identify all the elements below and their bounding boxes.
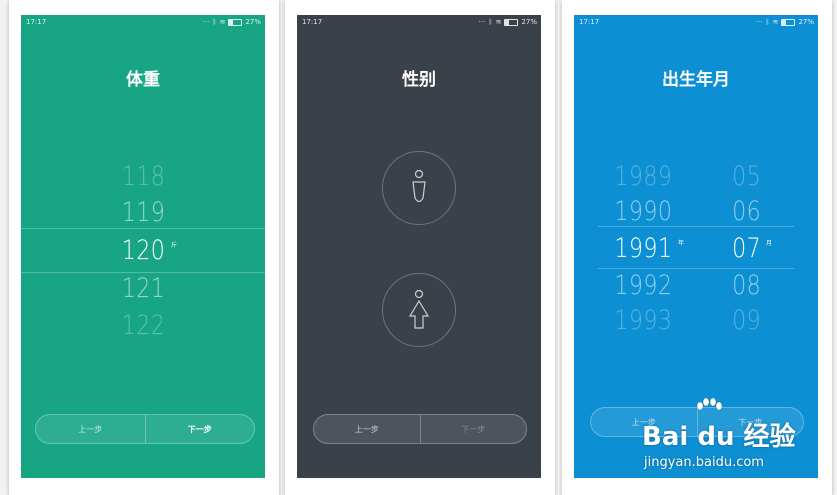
weight-screen: 17:17 ··· ᛒ ≋ 27% 体重 118 119 120 斤 121 1… [21,15,265,478]
weight-unit: 斤 [171,242,178,249]
picker-divider-bottom [598,268,794,269]
weight-option[interactable]: 119 [122,198,165,228]
picker-divider-top [21,228,265,229]
baidu-logo-text: Bai du 经验 [642,422,796,452]
status-time: 17:17 [579,18,600,26]
status-time: 17:17 [26,18,47,26]
weight-option[interactable]: 121 [122,274,165,304]
month-option[interactable]: 08 [732,271,761,301]
status-time: 17:17 [302,18,323,26]
weight-selected[interactable]: 120 [122,236,165,266]
male-icon [412,169,426,203]
month-option[interactable]: 09 [732,306,761,336]
prev-button[interactable]: 上一步 [314,415,420,443]
month-selected[interactable]: 07 [732,234,761,264]
battery-percent: 27% [798,18,814,26]
next-button[interactable]: 下一步 [419,415,527,443]
weight-option[interactable]: 118 [122,162,165,192]
status-bar: 17:17 ··· ᛒ ≋ 27% [21,15,265,29]
battery-icon [504,18,519,26]
year-option[interactable]: 1990 [614,197,672,227]
year-option[interactable]: 1992 [614,271,672,301]
wifi-icon: ≋ [772,18,779,26]
bluetooth-icon: ᛒ [488,18,493,26]
status-icons: ··· ᛒ ≋ 27% [203,18,261,26]
status-bar: 17:17 ··· ᛒ ≋ 27% [574,15,818,29]
bluetooth-icon: ᛒ [212,18,217,26]
gender-screen-frame: 17:17 ··· ᛒ ≋ 27% 性别 上一步 下一步 [285,0,555,495]
year-option[interactable]: 1993 [614,306,672,336]
weight-screen-frame: 17:17 ··· ᛒ ≋ 27% 体重 118 119 120 斤 121 1… [9,0,279,495]
male-option-button[interactable] [382,151,456,225]
battery-icon [781,18,796,26]
weight-option[interactable]: 122 [122,311,165,341]
battery-percent: 27% [521,18,537,26]
page-title: 性别 [402,70,436,90]
female-option-button[interactable] [382,273,456,347]
status-bar: 17:17 ··· ᛒ ≋ 27% [297,15,541,29]
page-title: 出生年月 [662,70,730,90]
screenshot-canvas: 17:17 ··· ᛒ ≋ 27% 体重 118 119 120 斤 121 1… [0,0,837,495]
gender-screen: 17:17 ··· ᛒ ≋ 27% 性别 上一步 下一步 [297,15,541,478]
prev-button[interactable]: 上一步 [36,415,145,443]
status-icons: ··· ᛒ ≋ 27% [756,18,814,26]
battery-icon [228,18,243,26]
wifi-icon: ≋ [219,18,226,26]
month-option[interactable]: 05 [732,162,761,192]
signal-dots-icon: ··· [478,18,486,26]
year-selected[interactable]: 1991 [614,234,672,264]
month-option[interactable]: 06 [732,197,761,227]
nav-button-bar: 上一步 下一步 [35,414,255,444]
signal-dots-icon: ··· [755,18,763,26]
year-option[interactable]: 1989 [614,162,672,192]
bluetooth-icon: ᛒ [765,18,770,26]
month-unit: 月 [766,240,773,247]
next-button[interactable]: 下一步 [144,415,255,443]
nav-button-bar: 上一步 下一步 [313,414,527,444]
battery-percent: 27% [245,18,261,26]
baidu-jingyan-watermark: Bai du 经验 jingyan.baidu.com [642,398,796,478]
watermark-url: jingyan.baidu.com [644,455,764,470]
wifi-icon: ≋ [495,18,502,26]
status-icons: ··· ᛒ ≋ 27% [479,18,537,26]
female-icon [408,289,430,329]
year-unit: 年 [678,240,685,247]
page-title: 体重 [126,70,160,90]
signal-dots-icon: ··· [202,18,210,26]
